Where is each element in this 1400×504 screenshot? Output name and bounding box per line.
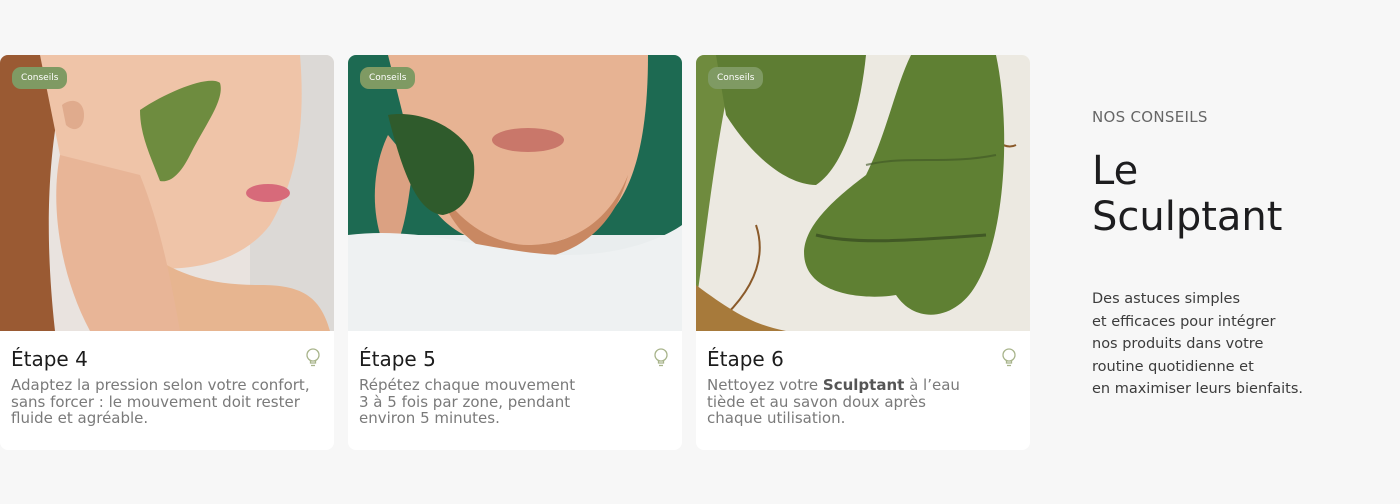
description-line: et efficaces pour intégrer	[1092, 313, 1276, 330]
description-line: Répétez chaque mouvement	[359, 376, 576, 394]
card-title: Étape 4	[11, 347, 88, 371]
description-line: chaque utilisation.	[707, 409, 846, 427]
description-line: tiède et au savon doux après	[707, 392, 926, 411]
description-line: Nettoyez votre Sculptant à l’eau	[707, 377, 1007, 394]
section-description: Des astuces simples et efficaces pour in…	[1092, 288, 1352, 401]
description-line: nos produits dans votre	[1092, 336, 1264, 352]
card-title: Étape 5	[359, 347, 436, 371]
description-line: fluide et agréable.	[11, 409, 149, 427]
photo-man-gua-sha	[348, 55, 682, 331]
description-line: en maximiser leurs bienfaits.	[1092, 381, 1304, 397]
heading-line: Sculptant	[1092, 194, 1283, 240]
section-heading: Le Sculptant	[1092, 148, 1352, 240]
card-image-jade-stones: Conseils	[696, 55, 1030, 331]
description-line: sans forcer : le mouvement doit rester	[11, 392, 300, 411]
description-text: Nettoyez votre	[707, 376, 823, 394]
description-text: à l’eau	[904, 376, 960, 394]
lightbulb-icon	[306, 348, 320, 367]
tip-card-step-4[interactable]: Conseils Étape 4 Adaptez la pression sel…	[0, 55, 334, 450]
photo-woman-gua-sha	[0, 55, 334, 331]
photo-jade-stones	[696, 55, 1030, 331]
lightbulb-icon	[654, 348, 668, 367]
category-badge[interactable]: Conseils	[12, 67, 68, 89]
description-line: Des astuces simples	[1092, 291, 1241, 307]
card-description: Nettoyez votre Sculptant à l’eau tiède e…	[707, 377, 1007, 427]
card-image-woman-gua-sha: Conseils	[0, 55, 334, 331]
section-intro: NOS CONSEILS Le Sculptant Des astuces si…	[1092, 108, 1352, 401]
heading-line: Le	[1092, 148, 1139, 194]
card-description: Adaptez la pression selon votre confort,…	[11, 377, 311, 427]
category-badge[interactable]: Conseils	[360, 67, 416, 89]
description-line: environ 5 minutes.	[359, 409, 500, 427]
card-image-man-gua-sha: Conseils	[348, 55, 682, 331]
category-badge[interactable]: Conseils	[708, 67, 764, 89]
description-line: 3 à 5 fois par zone, pendant	[359, 392, 571, 411]
lightbulb-icon	[1002, 348, 1016, 367]
description-line: Adaptez la pression selon votre confort,	[11, 376, 310, 394]
card-title: Étape 6	[707, 347, 784, 371]
tip-card-step-6[interactable]: Conseils Étape 6 Nettoyez votre Sculptan…	[696, 55, 1030, 450]
product-name: Sculptant	[822, 376, 905, 394]
card-description: Répétez chaque mouvement 3 à 5 fois par …	[359, 377, 659, 427]
section-eyebrow: NOS CONSEILS	[1092, 108, 1208, 126]
tip-card-step-5[interactable]: Conseils Étape 5 Répétez chaque mouvemen…	[348, 55, 682, 450]
description-line: routine quotidienne et	[1092, 358, 1254, 375]
